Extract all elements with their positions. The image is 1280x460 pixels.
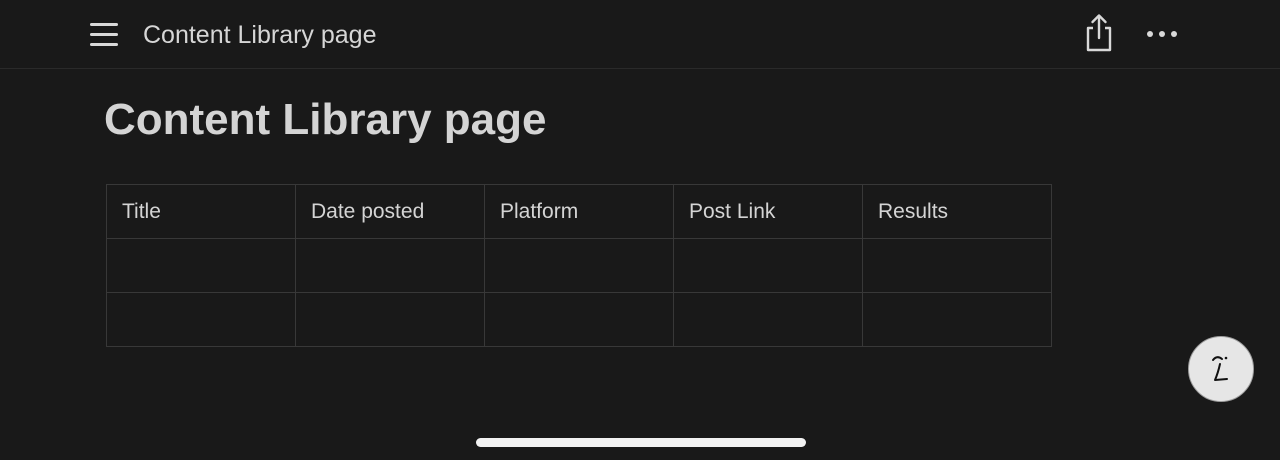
top-bar: Content Library page bbox=[0, 0, 1280, 69]
share-icon[interactable] bbox=[1080, 12, 1118, 52]
column-header-date-posted[interactable]: Date posted bbox=[295, 184, 485, 239]
column-header-platform[interactable]: Platform bbox=[484, 184, 674, 239]
column-header-title[interactable]: Title bbox=[106, 184, 296, 239]
table-cell[interactable] bbox=[673, 292, 863, 347]
page-title[interactable]: Content Library page bbox=[104, 94, 547, 146]
content-table: Title Date posted Platform Post Link Res… bbox=[106, 184, 1052, 347]
table-cell[interactable] bbox=[484, 292, 674, 347]
table-cell[interactable] bbox=[295, 238, 485, 293]
table-cell[interactable] bbox=[295, 292, 485, 347]
assistant-button[interactable] bbox=[1188, 336, 1254, 402]
hamburger-menu-icon[interactable] bbox=[86, 18, 122, 52]
table-cell[interactable] bbox=[106, 292, 296, 347]
column-header-post-link[interactable]: Post Link bbox=[673, 184, 863, 239]
more-horizontal-icon[interactable] bbox=[1140, 20, 1184, 48]
table-cell[interactable] bbox=[106, 238, 296, 293]
column-header-results[interactable]: Results bbox=[862, 184, 1052, 239]
table-row bbox=[106, 292, 1052, 347]
assistant-face-icon bbox=[1212, 356, 1228, 381]
table-cell[interactable] bbox=[862, 238, 1052, 293]
table-cell[interactable] bbox=[673, 238, 863, 293]
table-header-row: Title Date posted Platform Post Link Res… bbox=[106, 184, 1052, 239]
table-cell[interactable] bbox=[484, 238, 674, 293]
home-indicator[interactable] bbox=[476, 438, 806, 447]
table-row bbox=[106, 238, 1052, 293]
table-cell[interactable] bbox=[862, 292, 1052, 347]
breadcrumb-title[interactable]: Content Library page bbox=[143, 19, 376, 51]
